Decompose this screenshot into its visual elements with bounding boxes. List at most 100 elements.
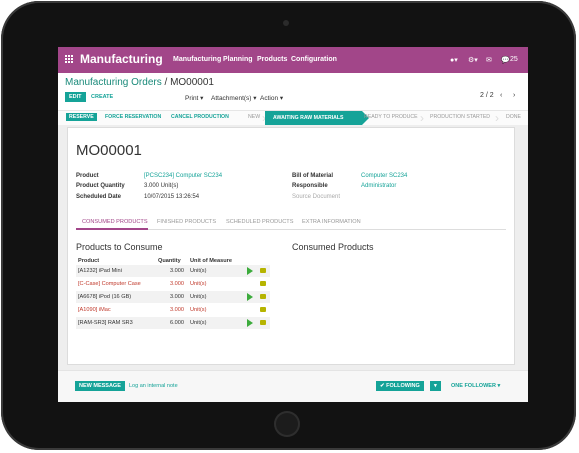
stage-separator: ›: [495, 111, 499, 125]
create-button[interactable]: CREATE: [91, 94, 113, 100]
table-row[interactable]: [A1090] iMac 3.000 Unit(s): [76, 304, 270, 316]
row-product: [RAM-SR3] RAM SR3: [78, 320, 133, 326]
column-header-quantity[interactable]: Quantity: [158, 258, 181, 264]
row-product: [A6678] iPod (16 GB): [78, 294, 132, 300]
field-label-source-document: Source Document: [292, 194, 341, 200]
status-bar: RESERVE FORCE RESERVATION CANCEL PRODUCT…: [58, 110, 528, 126]
following-button[interactable]: ✔ FOLLOWING: [376, 381, 424, 391]
row-quantity: 6.000: [170, 320, 184, 326]
top-navbar: Manufacturing Manufacturing Planning Pro…: [58, 47, 528, 73]
tab-scheduled-products[interactable]: SCHEDULED PRODUCTS: [226, 219, 293, 225]
help-icon[interactable]: ●▾: [450, 56, 458, 64]
settings-icon[interactable]: ⚙▾: [468, 56, 478, 64]
record-title: MO00001: [76, 142, 142, 159]
tab-finished-products[interactable]: FINISHED PRODUCTS: [157, 219, 216, 225]
column-header-product[interactable]: Product: [78, 258, 99, 264]
stage-ready-to-produce[interactable]: READY TO PRODUCE: [364, 114, 418, 120]
field-label-scheduled-date: Scheduled Date: [76, 194, 122, 200]
breadcrumb: Manufacturing Orders / MO00001: [65, 77, 214, 88]
table-row[interactable]: [RAM-SR3] RAM SR3 6.000 Unit(s): [76, 317, 270, 329]
cancel-production-button[interactable]: CANCEL PRODUCTION: [171, 114, 229, 120]
scrap-icon[interactable]: [260, 268, 266, 273]
field-label-bom: Bill of Material: [292, 173, 334, 179]
field-label-product: Product: [76, 173, 99, 179]
field-value-bom[interactable]: Computer SC234: [361, 173, 407, 179]
log-note-link[interactable]: Log an internal note: [129, 383, 178, 389]
tab-extra-information[interactable]: EXTRA INFORMATION: [302, 219, 361, 225]
column-header-uom[interactable]: Unit of Measure: [190, 258, 232, 264]
row-quantity: 3.000: [170, 268, 184, 274]
scrap-icon[interactable]: [260, 307, 266, 312]
attachments-dropdown[interactable]: Attachment(s) ▾: [211, 94, 257, 102]
chatter-bar: NEW MESSAGE Log an internal note ✔ FOLLO…: [58, 370, 528, 402]
stage-production-started[interactable]: PRODUCTION STARTED: [430, 114, 490, 120]
attachments-label: Attachment(s): [211, 95, 252, 102]
camera: [283, 20, 289, 26]
force-reservation-button[interactable]: FORCE RESERVATION: [105, 114, 161, 120]
app-screen: Manufacturing Manufacturing Planning Pro…: [58, 47, 528, 402]
scrap-icon[interactable]: [260, 281, 266, 286]
table-row[interactable]: [A6678] iPod (16 GB) 3.000 Unit(s): [76, 291, 270, 303]
app-title: Manufacturing: [80, 52, 163, 66]
breadcrumb-separator: /: [164, 77, 168, 88]
notebook-tabs: CONSUMED PRODUCTS FINISHED PRODUCTS SCHE…: [76, 215, 506, 230]
menu-products[interactable]: Products: [257, 56, 287, 63]
row-uom: Unit(s): [190, 294, 207, 300]
field-value-scheduled-date: 10/07/2015 13:26:54: [144, 194, 200, 200]
breadcrumb-parent[interactable]: Manufacturing Orders: [65, 77, 162, 88]
consume-arrow-icon[interactable]: [247, 293, 253, 301]
table-row[interactable]: [C-Case] Computer Case 3.000 Unit(s): [76, 278, 270, 290]
action-dropdown[interactable]: Action ▾: [260, 94, 283, 102]
field-value-quantity: 3.000 Unit(s): [144, 183, 179, 189]
print-label: Print: [185, 95, 199, 102]
pager-value: 2 / 2: [480, 92, 494, 99]
row-quantity: 3.000: [170, 281, 184, 287]
table-row[interactable]: [A1232] iPad Mini 3.000 Unit(s): [76, 265, 270, 277]
menu-planning[interactable]: Planning: [223, 56, 253, 63]
field-label-quantity: Product Quantity: [76, 183, 125, 189]
row-product: [A1232] iPad Mini: [78, 268, 122, 274]
pager-next-icon[interactable]: ›: [513, 92, 515, 99]
row-uom: Unit(s): [190, 281, 207, 287]
scrap-icon[interactable]: [260, 320, 266, 325]
edit-button[interactable]: EDIT: [65, 92, 86, 102]
row-quantity: 3.000: [170, 294, 184, 300]
print-dropdown[interactable]: Print ▾: [185, 94, 203, 102]
menu-configuration[interactable]: Configuration: [291, 56, 337, 63]
consume-arrow-icon[interactable]: [247, 319, 253, 327]
consume-arrow-icon[interactable]: [247, 267, 253, 275]
field-value-product[interactable]: [PCSC234] Computer SC234: [144, 173, 222, 179]
following-label: FOLLOWING: [386, 383, 420, 389]
home-button[interactable]: [274, 411, 300, 437]
row-product: [A1090] iMac: [78, 307, 111, 313]
consumed-products-title: Consumed Products: [292, 242, 374, 252]
row-uom: Unit(s): [190, 307, 207, 313]
form-sheet: MO00001 Product [PCSC234] Computer SC234…: [67, 127, 515, 365]
breadcrumb-current: MO00001: [170, 77, 214, 88]
tab-consumed-products[interactable]: CONSUMED PRODUCTS: [82, 219, 148, 225]
stage-new[interactable]: NEW: [248, 114, 260, 120]
action-label: Action: [260, 95, 279, 102]
notification-count[interactable]: 25: [510, 56, 518, 63]
field-value-responsible[interactable]: Administrator: [361, 183, 396, 189]
scrap-icon[interactable]: [260, 294, 266, 299]
row-product: [C-Case] Computer Case: [78, 281, 141, 287]
new-message-button[interactable]: NEW MESSAGE: [75, 381, 125, 391]
stage-awaiting-raw-materials[interactable]: AWAITING RAW MATERIALS: [265, 111, 369, 125]
tablet-frame: Manufacturing Manufacturing Planning Pro…: [1, 1, 576, 450]
stage-separator: ›: [420, 111, 424, 125]
field-label-responsible: Responsible: [292, 183, 328, 189]
row-uom: Unit(s): [190, 320, 207, 326]
products-to-consume-title: Products to Consume: [76, 242, 163, 252]
apps-grid-icon[interactable]: [65, 55, 74, 64]
stage-done[interactable]: DONE: [506, 114, 521, 120]
following-caret-icon[interactable]: ▾: [430, 381, 441, 391]
followers-dropdown[interactable]: ONE FOLLOWER ▾: [451, 383, 500, 389]
menu-manufacturing[interactable]: Manufacturing: [173, 56, 221, 63]
row-quantity: 3.000: [170, 307, 184, 313]
chat-icon[interactable]: 💬: [501, 56, 510, 64]
active-tab-indicator: [76, 228, 148, 230]
mail-icon[interactable]: ✉: [486, 56, 492, 64]
pager-prev-icon[interactable]: ‹: [500, 92, 502, 99]
reserve-button[interactable]: RESERVE: [66, 113, 97, 121]
